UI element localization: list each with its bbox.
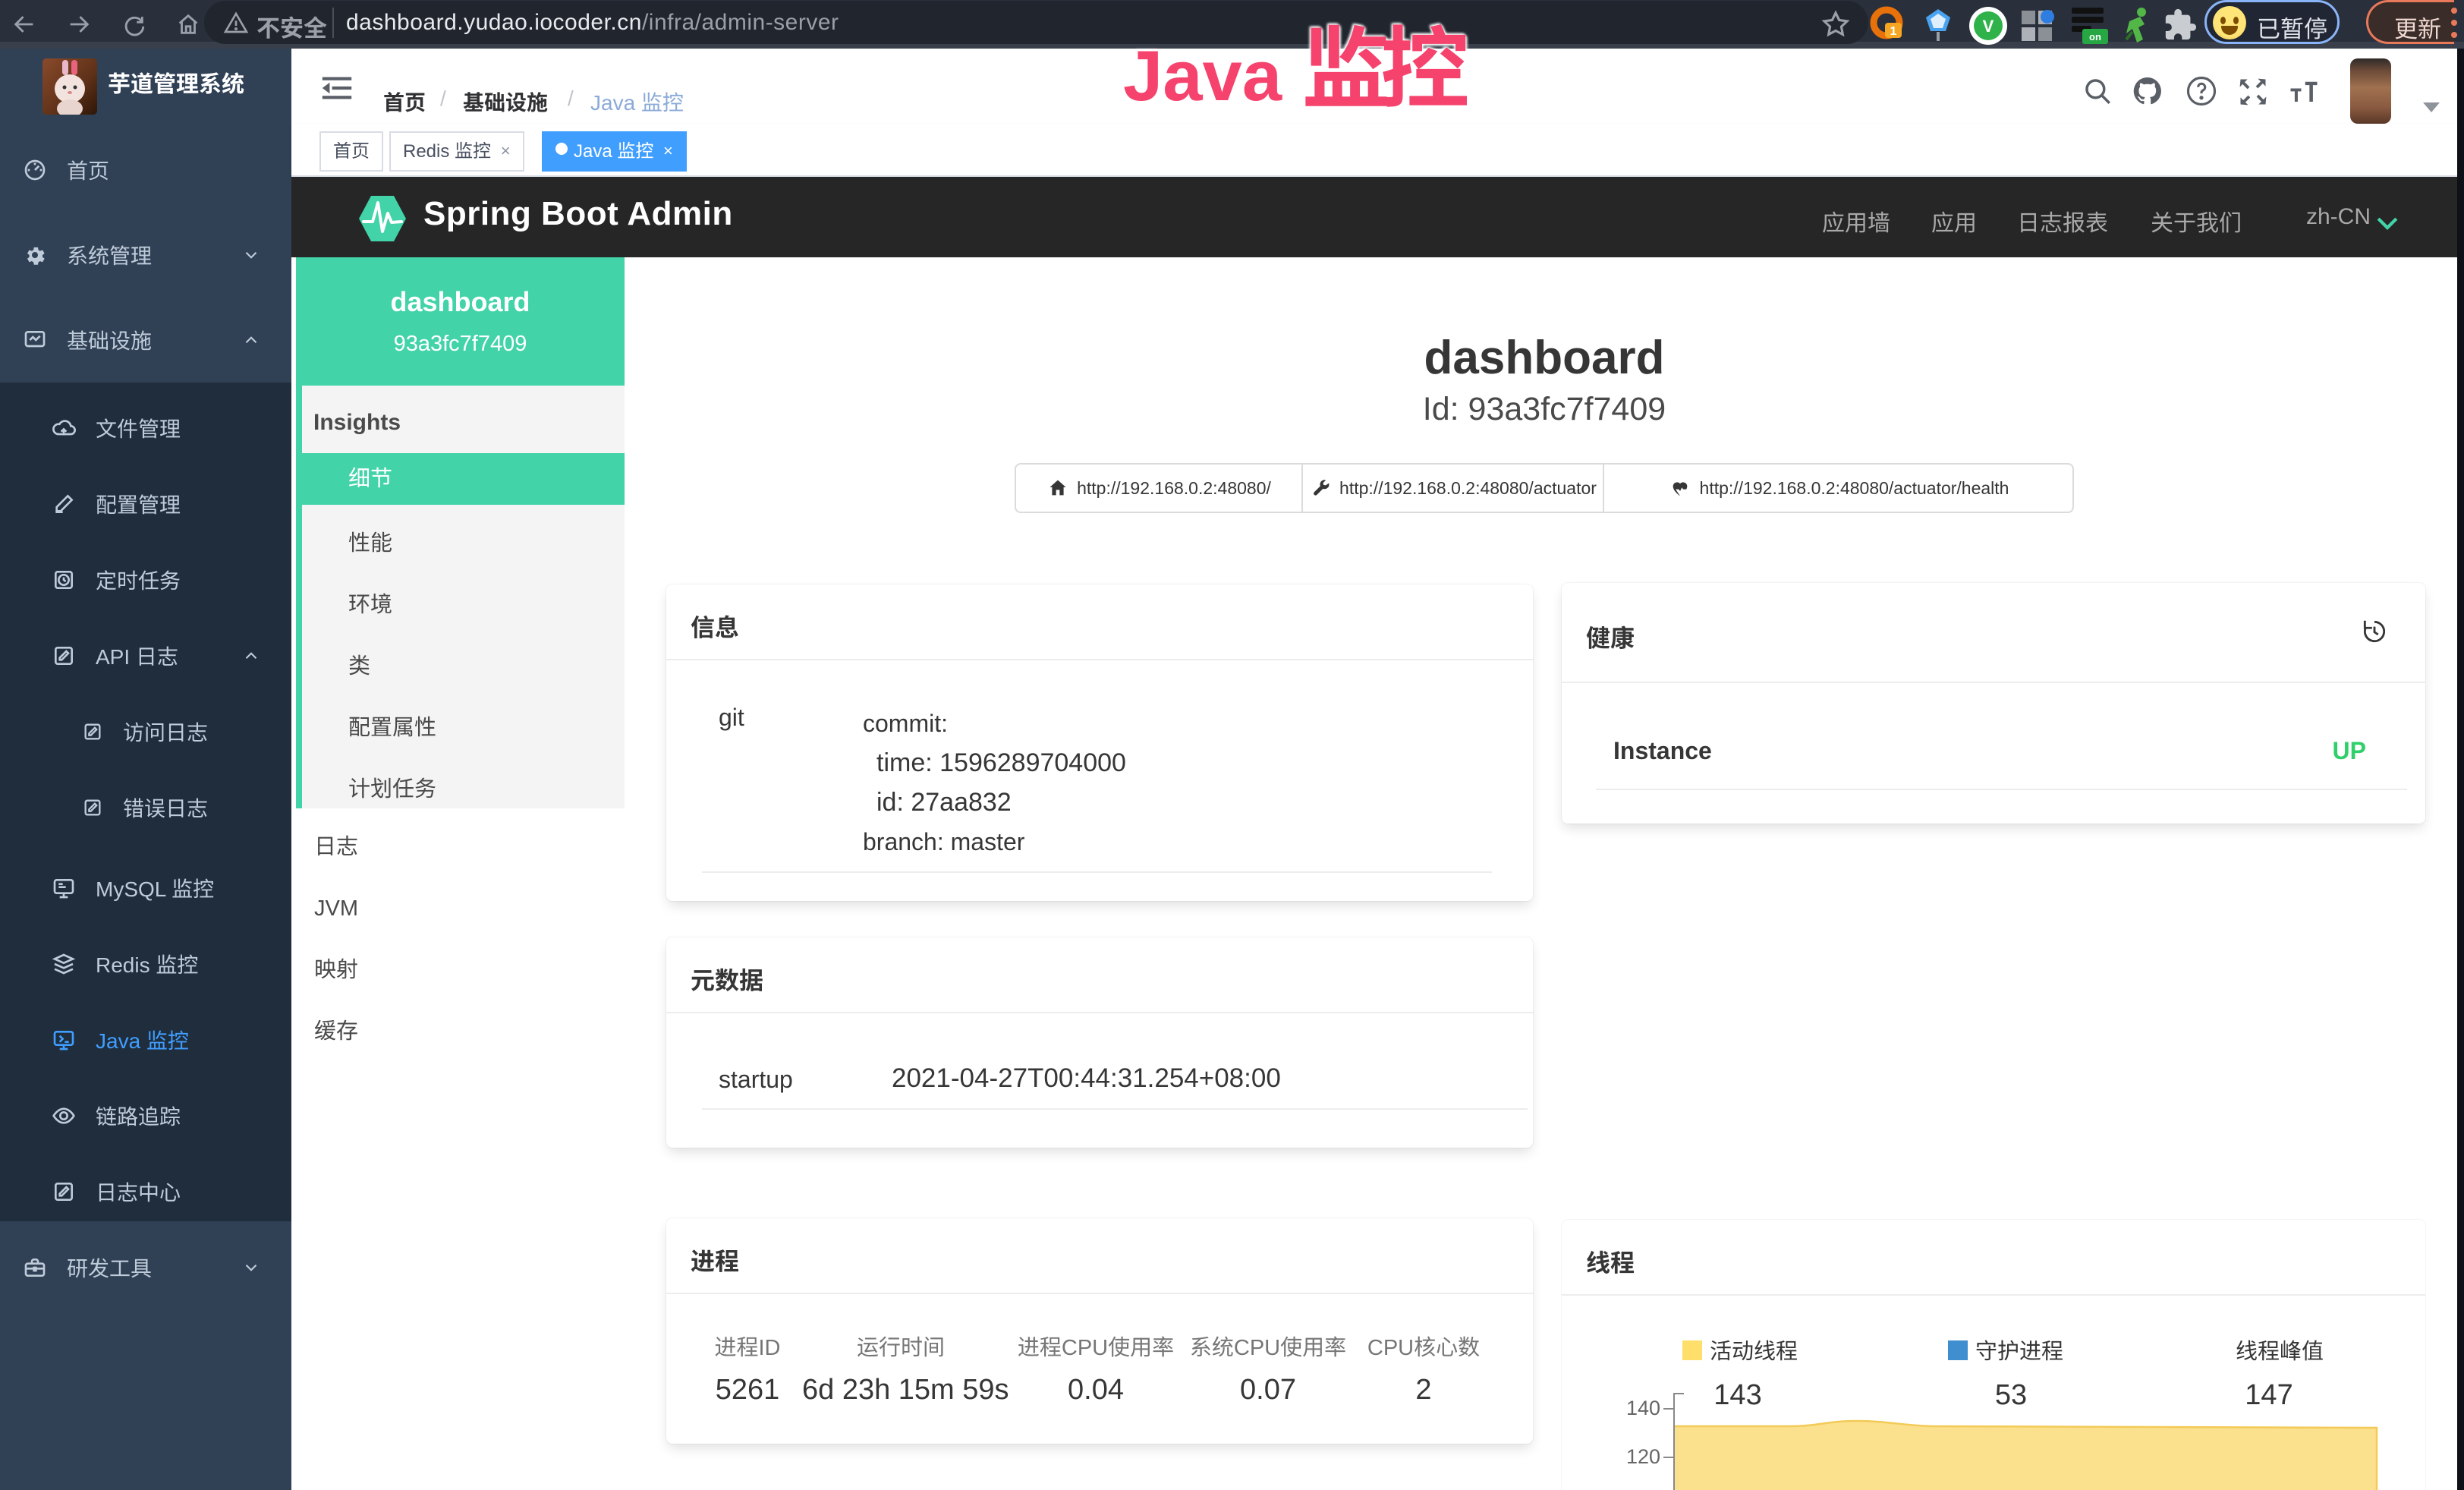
svg-text:1: 1 <box>1890 25 1897 38</box>
svg-text:on: on <box>2089 31 2101 43</box>
svg-text:V: V <box>1983 17 1994 36</box>
